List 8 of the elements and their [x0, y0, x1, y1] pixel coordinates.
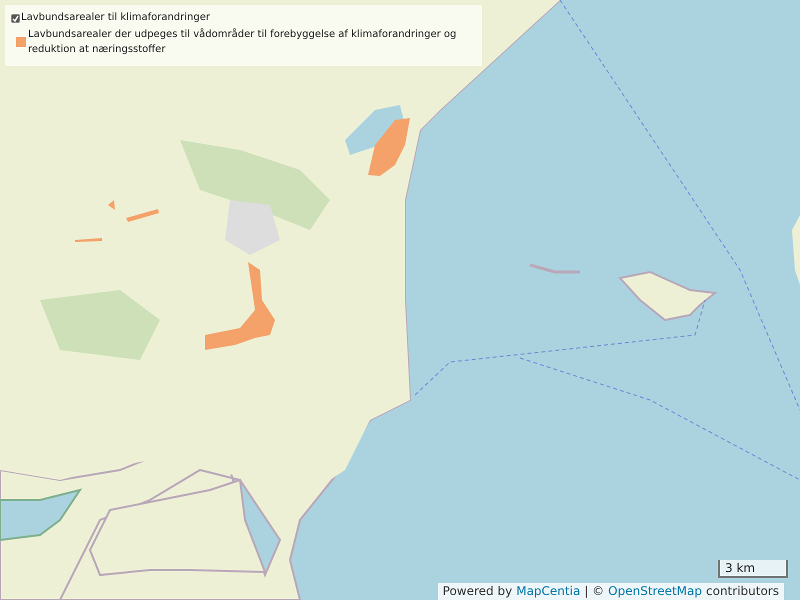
attribution-text: contributors	[706, 583, 779, 600]
attribution-text: | ©	[584, 583, 604, 600]
mapcentia-link[interactable]: MapCentia	[516, 583, 580, 600]
attribution-text: Powered by	[442, 583, 512, 600]
openstreetmap-link[interactable]: OpenStreetMap	[608, 583, 702, 600]
layer-label: Lavbundsarealer til klimaforandringer	[21, 11, 210, 25]
scale-bar: 3 km	[718, 560, 788, 578]
legend-label: Lavbundsarealer der udpeges til vådområder til forebyggelse af klimaforandringer og reduktion at næringsstoffer	[28, 27, 458, 57]
